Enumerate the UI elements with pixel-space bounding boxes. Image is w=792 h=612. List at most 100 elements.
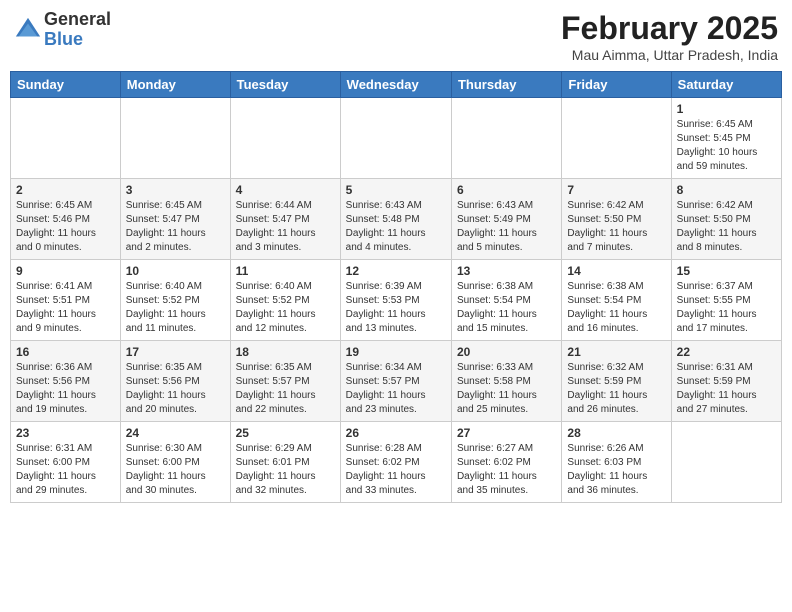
logo-text: General Blue xyxy=(44,10,111,50)
col-header-tuesday: Tuesday xyxy=(230,72,340,98)
day-info: Sunrise: 6:34 AM Sunset: 5:57 PM Dayligh… xyxy=(346,361,446,417)
day-cell xyxy=(671,422,781,503)
day-cell: 12 Sunrise: 6:39 AM Sunset: 5:53 PM Dayli… xyxy=(340,260,451,341)
day-number: 23 xyxy=(16,426,115,440)
logo-blue: Blue xyxy=(44,30,111,50)
day-info: Sunrise: 6:40 AM Sunset: 5:52 PM Dayligh… xyxy=(126,280,225,336)
day-cell: 23 Sunrise: 6:31 AM Sunset: 6:00 PM Dayli… xyxy=(11,422,121,503)
day-info: Sunrise: 6:32 AM Sunset: 5:59 PM Dayligh… xyxy=(567,361,665,417)
day-info: Sunrise: 6:30 AM Sunset: 6:00 PM Dayligh… xyxy=(126,442,225,498)
day-info: Sunrise: 6:44 AM Sunset: 5:47 PM Dayligh… xyxy=(236,199,335,255)
day-number: 10 xyxy=(126,264,225,278)
day-cell: 14 Sunrise: 6:38 AM Sunset: 5:54 PM Dayli… xyxy=(562,260,671,341)
day-cell xyxy=(451,98,561,179)
day-cell: 18 Sunrise: 6:35 AM Sunset: 5:57 PM Dayli… xyxy=(230,341,340,422)
day-cell: 4 Sunrise: 6:44 AM Sunset: 5:47 PM Daylig… xyxy=(230,179,340,260)
day-number: 7 xyxy=(567,183,665,197)
day-info: Sunrise: 6:31 AM Sunset: 6:00 PM Dayligh… xyxy=(16,442,115,498)
day-number: 3 xyxy=(126,183,225,197)
col-header-thursday: Thursday xyxy=(451,72,561,98)
calendar-table: SundayMondayTuesdayWednesdayThursdayFrid… xyxy=(10,71,782,503)
day-number: 9 xyxy=(16,264,115,278)
day-info: Sunrise: 6:40 AM Sunset: 5:52 PM Dayligh… xyxy=(236,280,335,336)
day-cell: 27 Sunrise: 6:27 AM Sunset: 6:02 PM Dayli… xyxy=(451,422,561,503)
header-row: SundayMondayTuesdayWednesdayThursdayFrid… xyxy=(11,72,782,98)
col-header-friday: Friday xyxy=(562,72,671,98)
day-cell: 6 Sunrise: 6:43 AM Sunset: 5:49 PM Daylig… xyxy=(451,179,561,260)
col-header-wednesday: Wednesday xyxy=(340,72,451,98)
day-info: Sunrise: 6:28 AM Sunset: 6:02 PM Dayligh… xyxy=(346,442,446,498)
col-header-sunday: Sunday xyxy=(11,72,121,98)
calendar-subtitle: Mau Aimma, Uttar Pradesh, India xyxy=(561,47,778,63)
logo-icon xyxy=(14,16,42,44)
day-cell: 8 Sunrise: 6:42 AM Sunset: 5:50 PM Daylig… xyxy=(671,179,781,260)
day-number: 13 xyxy=(457,264,556,278)
day-info: Sunrise: 6:29 AM Sunset: 6:01 PM Dayligh… xyxy=(236,442,335,498)
day-number: 12 xyxy=(346,264,446,278)
col-header-monday: Monday xyxy=(120,72,230,98)
logo: General Blue xyxy=(14,10,111,50)
week-row-1: 1Sunrise: 6:45 AM Sunset: 5:45 PM Daylig… xyxy=(11,98,782,179)
day-info: Sunrise: 6:43 AM Sunset: 5:48 PM Dayligh… xyxy=(346,199,446,255)
day-number: 22 xyxy=(677,345,776,359)
week-row-3: 9 Sunrise: 6:41 AM Sunset: 5:51 PM Daylig… xyxy=(11,260,782,341)
day-number: 18 xyxy=(236,345,335,359)
day-cell: 22 Sunrise: 6:31 AM Sunset: 5:59 PM Dayli… xyxy=(671,341,781,422)
day-cell: 1Sunrise: 6:45 AM Sunset: 5:45 PM Daylig… xyxy=(671,98,781,179)
day-cell: 26 Sunrise: 6:28 AM Sunset: 6:02 PM Dayli… xyxy=(340,422,451,503)
day-info: Sunrise: 6:31 AM Sunset: 5:59 PM Dayligh… xyxy=(677,361,776,417)
day-cell xyxy=(11,98,121,179)
day-cell: 3 Sunrise: 6:45 AM Sunset: 5:47 PM Daylig… xyxy=(120,179,230,260)
day-number: 17 xyxy=(126,345,225,359)
day-cell: 16Sunrise: 6:36 AM Sunset: 5:56 PM Dayli… xyxy=(11,341,121,422)
day-number: 28 xyxy=(567,426,665,440)
day-number: 5 xyxy=(346,183,446,197)
day-info: Sunrise: 6:45 AM Sunset: 5:47 PM Dayligh… xyxy=(126,199,225,255)
day-cell: 19 Sunrise: 6:34 AM Sunset: 5:57 PM Dayli… xyxy=(340,341,451,422)
day-info: Sunrise: 6:38 AM Sunset: 5:54 PM Dayligh… xyxy=(457,280,556,336)
calendar-title: February 2025 xyxy=(561,10,778,47)
day-cell: 2 Sunrise: 6:45 AM Sunset: 5:46 PM Daylig… xyxy=(11,179,121,260)
day-info: Sunrise: 6:42 AM Sunset: 5:50 PM Dayligh… xyxy=(567,199,665,255)
day-number: 19 xyxy=(346,345,446,359)
week-row-2: 2 Sunrise: 6:45 AM Sunset: 5:46 PM Daylig… xyxy=(11,179,782,260)
day-info: Sunrise: 6:33 AM Sunset: 5:58 PM Dayligh… xyxy=(457,361,556,417)
day-number: 14 xyxy=(567,264,665,278)
day-cell: 10 Sunrise: 6:40 AM Sunset: 5:52 PM Dayli… xyxy=(120,260,230,341)
title-block: February 2025 Mau Aimma, Uttar Pradesh, … xyxy=(561,10,778,63)
col-header-saturday: Saturday xyxy=(671,72,781,98)
day-info: Sunrise: 6:38 AM Sunset: 5:54 PM Dayligh… xyxy=(567,280,665,336)
day-cell: 15Sunrise: 6:37 AM Sunset: 5:55 PM Dayli… xyxy=(671,260,781,341)
day-info: Sunrise: 6:37 AM Sunset: 5:55 PM Dayligh… xyxy=(677,280,776,336)
day-cell xyxy=(340,98,451,179)
day-info: Sunrise: 6:41 AM Sunset: 5:51 PM Dayligh… xyxy=(16,280,115,336)
day-info: Sunrise: 6:39 AM Sunset: 5:53 PM Dayligh… xyxy=(346,280,446,336)
logo-general: General xyxy=(44,10,111,30)
day-cell: 11 Sunrise: 6:40 AM Sunset: 5:52 PM Dayli… xyxy=(230,260,340,341)
day-number: 1 xyxy=(677,102,776,116)
day-info: Sunrise: 6:42 AM Sunset: 5:50 PM Dayligh… xyxy=(677,199,776,255)
day-info: Sunrise: 6:45 AM Sunset: 5:46 PM Dayligh… xyxy=(16,199,115,255)
day-cell: 9 Sunrise: 6:41 AM Sunset: 5:51 PM Daylig… xyxy=(11,260,121,341)
day-number: 25 xyxy=(236,426,335,440)
day-info: Sunrise: 6:43 AM Sunset: 5:49 PM Dayligh… xyxy=(457,199,556,255)
day-number: 27 xyxy=(457,426,556,440)
day-cell: 20Sunrise: 6:33 AM Sunset: 5:58 PM Dayli… xyxy=(451,341,561,422)
day-number: 8 xyxy=(677,183,776,197)
day-number: 21 xyxy=(567,345,665,359)
week-row-5: 23 Sunrise: 6:31 AM Sunset: 6:00 PM Dayli… xyxy=(11,422,782,503)
day-number: 2 xyxy=(16,183,115,197)
day-number: 4 xyxy=(236,183,335,197)
day-info: Sunrise: 6:35 AM Sunset: 5:56 PM Dayligh… xyxy=(126,361,225,417)
day-cell xyxy=(120,98,230,179)
day-info: Sunrise: 6:26 AM Sunset: 6:03 PM Dayligh… xyxy=(567,442,665,498)
day-number: 26 xyxy=(346,426,446,440)
day-number: 11 xyxy=(236,264,335,278)
day-info: Sunrise: 6:27 AM Sunset: 6:02 PM Dayligh… xyxy=(457,442,556,498)
day-cell: 21 Sunrise: 6:32 AM Sunset: 5:59 PM Dayli… xyxy=(562,341,671,422)
day-cell xyxy=(562,98,671,179)
day-info: Sunrise: 6:35 AM Sunset: 5:57 PM Dayligh… xyxy=(236,361,335,417)
day-number: 24 xyxy=(126,426,225,440)
day-number: 6 xyxy=(457,183,556,197)
day-number: 16 xyxy=(16,345,115,359)
